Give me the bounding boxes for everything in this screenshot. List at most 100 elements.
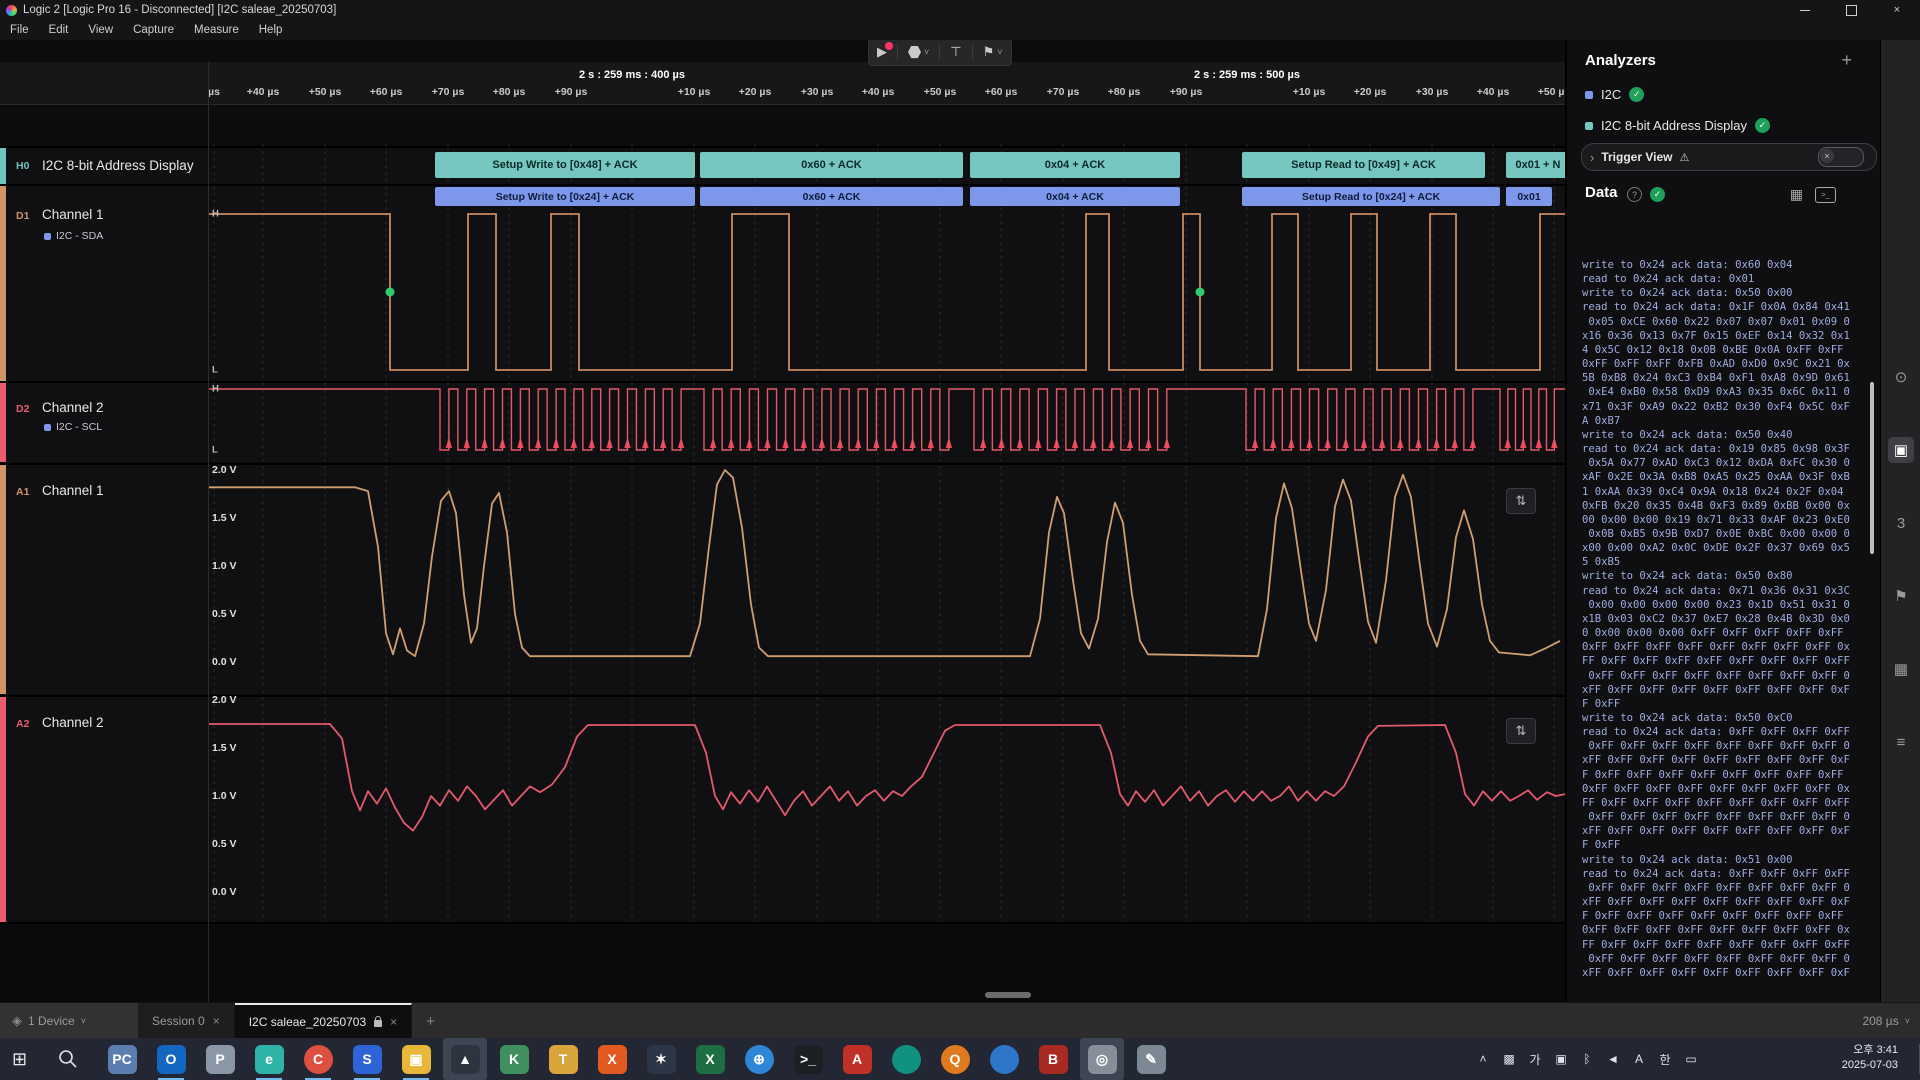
new-tab-button[interactable]: + [412,1003,449,1039]
analyzers-panel: Analyzers + I2C ✓ I2C 8-bit Address Disp… [1565,40,1880,1002]
device-selector[interactable]: ◈ 1 Device ˅ [0,1003,138,1039]
menu-edit[interactable]: Edit [39,24,79,36]
table-view-icon[interactable]: ▦ [1790,186,1803,203]
menu-view[interactable]: View [78,24,123,36]
decode-bar-i2c[interactable]: Setup Read to [0x24] + ACK [1242,187,1500,206]
chevron-down-icon: ˅ [997,47,1002,57]
trigger-view-row[interactable]: › Trigger View ⚠ × [1581,143,1877,171]
menu-bar: File Edit View Capture Measure Help [0,20,1920,41]
add-analyzer-button[interactable]: + [1841,50,1852,71]
taskbar-app-edge-browser[interactable]: e [247,1038,291,1080]
tray-expand-icon[interactable]: ˄ [1472,1038,1494,1080]
taskbar-app-blue-sphere-app[interactable] [982,1038,1026,1080]
analyzer-color-icon [1585,91,1593,99]
taskbar-clock[interactable]: 오후 3:41 2025-07-03 [1842,1043,1898,1073]
taskbar-app-save-tool[interactable]: S [345,1038,389,1080]
taskbar-app-compass-app[interactable]: ⊕ [737,1038,781,1080]
trigger-view-toggle[interactable]: × [1818,147,1864,167]
data-terminal-output[interactable]: write to 0x24 ack data: 0x60 0x04 read t… [1582,258,1864,994]
zoom-level-control[interactable]: 208 µs ˅ [1862,1003,1910,1039]
tab-session-0[interactable]: Session 0 × [138,1003,235,1039]
decode-bar-address-display[interactable]: 0x01 + N [1506,152,1565,178]
menu-capture[interactable]: Capture [123,24,184,36]
taskbar-app-logic-camera-app[interactable]: ◎ [1080,1038,1124,1080]
decode-bar-address-display[interactable]: 0x60 + ACK [700,152,963,178]
red-book-app-icon: B [1039,1045,1068,1074]
decode-bar-i2c[interactable]: Setup Write to [0x24] + ACK [435,187,695,206]
tab-close-icon[interactable]: × [390,1015,397,1029]
help-icon[interactable]: ? [1627,187,1642,202]
taskbar-app-file-explorer[interactable]: ▣ [394,1038,438,1080]
terminal-view-icon[interactable]: >_ [1815,187,1836,203]
bluetooth-icon[interactable]: ᛒ [1576,1038,1598,1080]
taskbar-app-outlook[interactable]: O [149,1038,193,1080]
measurements-icon[interactable]: 3 [1888,510,1914,536]
taskbar-app-kayak-app[interactable]: K [492,1038,536,1080]
analog-scale-button-a2[interactable]: ⇅ [1506,718,1536,744]
decode-row-address-display: Setup Write to [0x48] + ACK0x60 + ACK 0x0… [0,152,1565,179]
flag-menu-button[interactable]: ⚑ ˅ [983,44,1003,60]
timing-marker-button[interactable]: ⊤ [950,44,961,60]
taskbar-app-photos-app[interactable]: ▲ [443,1038,487,1080]
taskbar-app-red-book-app[interactable]: B [1031,1038,1075,1080]
tab-close-icon[interactable]: × [213,1014,220,1028]
maximize-button[interactable] [1828,0,1874,20]
menu-file[interactable]: File [0,24,39,36]
ime-pad-icon[interactable]: 가 [1524,1038,1546,1080]
menu-measure[interactable]: Measure [184,24,249,36]
voltage-label: 2.0 V [212,464,237,476]
decode-bar-i2c[interactable]: 0x60 + ACK [700,187,963,206]
taskbar-app-remote-desktop[interactable]: PC [100,1038,144,1080]
menu-help[interactable]: Help [249,24,293,36]
d2-low-label: L [212,445,218,456]
list-icon[interactable]: ≡ [1888,729,1914,755]
minimize-button[interactable] [1782,0,1828,20]
keyboard-icon[interactable]: ▭ [1680,1038,1702,1080]
taskbar-app-teal-sphere-app[interactable] [884,1038,928,1080]
taskbar-app-print-utility[interactable]: P [198,1038,242,1080]
ime-a-icon[interactable]: A [1628,1038,1650,1080]
tab-i2c-saleae[interactable]: I2C saleae_20250703 × [235,1003,412,1039]
decode-bar-address-display[interactable]: 0x04 + ACK [970,152,1180,178]
volume-icon[interactable]: ◄ [1602,1038,1624,1080]
tray-app-icon[interactable]: ▩ [1498,1038,1520,1080]
decode-bar-i2c[interactable]: 0x04 + ACK [970,187,1180,206]
taskbar-app-excel[interactable]: X [688,1038,732,1080]
analyzers-panel-icon[interactable]: ▣ [1888,437,1914,463]
d2-high-label: H [212,384,219,395]
analyzer-item-i2c[interactable]: I2C ✓ [1585,87,1644,102]
taskbar-app-orange-search-app[interactable]: Q [933,1038,977,1080]
waveform-area[interactable]: µs+40 µs+50 µs+60 µs+70 µs+80 µs+90 µs+1… [0,40,1565,1002]
taskbar-app-phone-note-app[interactable]: ✎ [1129,1038,1173,1080]
red-app-icon: A [843,1045,872,1074]
taskbar-app-snowflake-app[interactable]: ✶ [639,1038,683,1080]
annotations-flag-icon[interactable]: ⚑ [1888,583,1914,609]
decode-bar-address-display[interactable]: Setup Write to [0x48] + ACK [435,152,695,178]
voltage-label: 0.5 V [212,838,237,850]
close-button[interactable]: × [1874,0,1920,20]
taskbar-app-terminal[interactable]: >_ [786,1038,830,1080]
eye-icon[interactable]: ⊙ [1888,364,1914,390]
decode-bar-address-display[interactable]: Setup Read to [0x49] + ACK [1242,152,1485,178]
capture-grid-icon[interactable]: ▦ [1888,656,1914,682]
record-dot-icon [885,42,893,50]
capture-toolbar: ▶ ˅ ⊤ ⚑ ˅ [868,40,1012,66]
trigger-view-label: Trigger View [1601,150,1672,164]
ime-han-icon[interactable]: 한 [1654,1038,1676,1080]
analog-scale-button-a1[interactable]: ⇅ [1506,488,1536,514]
decode-bar-i2c[interactable]: 0x01 [1506,187,1552,206]
edge-browser-icon: e [255,1045,284,1074]
xshell-icon: X [598,1045,627,1074]
taskbar-app-cad-laptop-app[interactable]: T [541,1038,585,1080]
analyzer-item-address-display[interactable]: I2C 8-bit Address Display ✓ [1585,118,1770,133]
taskbar-app-xshell[interactable]: X [590,1038,634,1080]
play-button[interactable]: ▶ [877,44,887,60]
security-tray-icon[interactable]: ▣ [1550,1038,1572,1080]
taskbar-app-chrome-browser[interactable]: C [296,1038,340,1080]
data-scrollbar[interactable] [1870,382,1874,554]
tab-bar: ◈ 1 Device ˅ Session 0 × I2C saleae_2025… [0,1002,1920,1039]
taskbar-app-red-app[interactable]: A [835,1038,879,1080]
chevron-down-icon: ˅ [1905,1016,1910,1026]
device-settings-button[interactable]: ˅ [908,46,929,59]
outlook-icon: O [157,1045,186,1074]
